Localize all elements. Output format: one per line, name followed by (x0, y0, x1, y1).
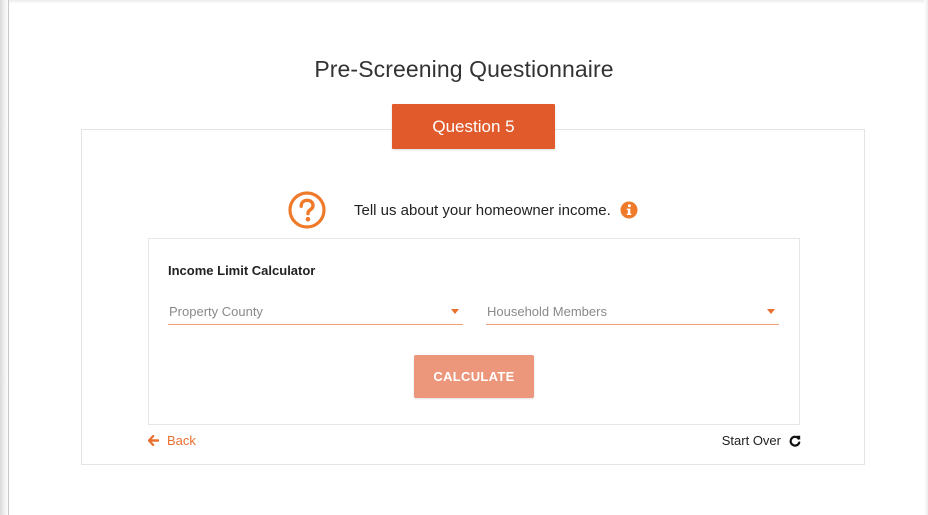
page-title: Pre-Screening Questionnaire (314, 56, 614, 82)
property-county-select[interactable]: Property County (168, 301, 463, 325)
question-tab-label: Question 5 (432, 116, 515, 136)
question-circle-icon (287, 190, 327, 230)
household-members-placeholder: Household Members (487, 304, 607, 319)
question-tab: Question 5 (392, 104, 555, 149)
arrow-left-icon (148, 435, 159, 446)
question-prompt-text: Tell us about your homeowner income. (354, 201, 611, 219)
income-limit-calculator: Income Limit Calculator Property County … (148, 238, 800, 425)
window-top-edge (9, 0, 928, 4)
redo-icon (789, 435, 801, 447)
question-prompt: Tell us about your homeowner income. (287, 190, 638, 230)
calculator-title: Income Limit Calculator (168, 263, 316, 278)
back-link-label: Back (167, 433, 196, 448)
page: Pre-Screening Questionnaire Question 5 T… (0, 0, 928, 515)
caret-down-icon (451, 309, 459, 314)
start-over-label: Start Over (721, 433, 781, 448)
calculate-button-label: CALCULATE (433, 369, 515, 384)
start-over-link[interactable]: Start Over (722, 433, 801, 448)
calculate-button[interactable]: CALCULATE (414, 355, 534, 398)
caret-down-icon (767, 309, 775, 314)
property-county-placeholder: Property County (169, 304, 263, 319)
household-members-select[interactable]: Household Members (486, 301, 779, 325)
info-circle-icon[interactable] (620, 201, 638, 219)
back-link[interactable]: Back (148, 433, 196, 448)
